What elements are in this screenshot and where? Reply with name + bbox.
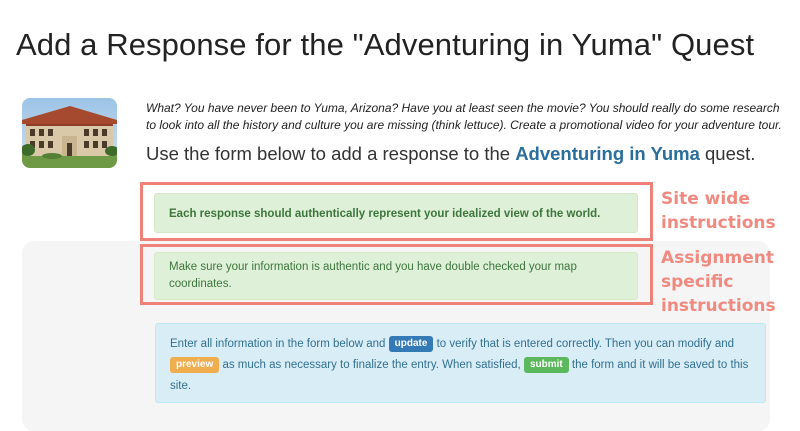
preview-badge: preview [170, 357, 220, 373]
callout-line: instructions [661, 296, 776, 316]
site-wide-callout: Site wide instructions [661, 187, 776, 235]
update-badge: update [388, 336, 434, 352]
assignment-callout: Assignment specific instructions [661, 246, 776, 318]
assignment-instructions: Make sure your information is authentic … [154, 252, 638, 300]
form-help-box: Enter all information in the form below … [155, 323, 766, 403]
quest-description: What? You have never been to Yuma, Arizo… [146, 101, 782, 132]
site-wide-instructions: Each response should authentically repre… [154, 193, 638, 233]
callout-line: Site wide [661, 189, 750, 209]
form-lead-text: Use the form below to add a response to … [146, 143, 755, 165]
help-text: Enter all information in the form below … [170, 338, 389, 350]
page-title: Add a Response for the "Adventuring in Y… [16, 26, 755, 62]
callout-line: Assignment [661, 248, 774, 268]
lead-prefix: Use the form below to add a response to … [146, 143, 516, 164]
lead-suffix: quest. [699, 143, 756, 164]
submit-badge: submit [523, 357, 569, 373]
quest-link[interactable]: Adventuring in Yuma [515, 143, 700, 164]
quest-thumbnail [22, 98, 117, 168]
callout-line: specific [661, 272, 734, 292]
callout-line: instructions [661, 213, 776, 233]
help-text: to verify that is entered correctly. The… [433, 338, 735, 350]
help-text: as much as necessary to finalize the ent… [219, 359, 524, 371]
